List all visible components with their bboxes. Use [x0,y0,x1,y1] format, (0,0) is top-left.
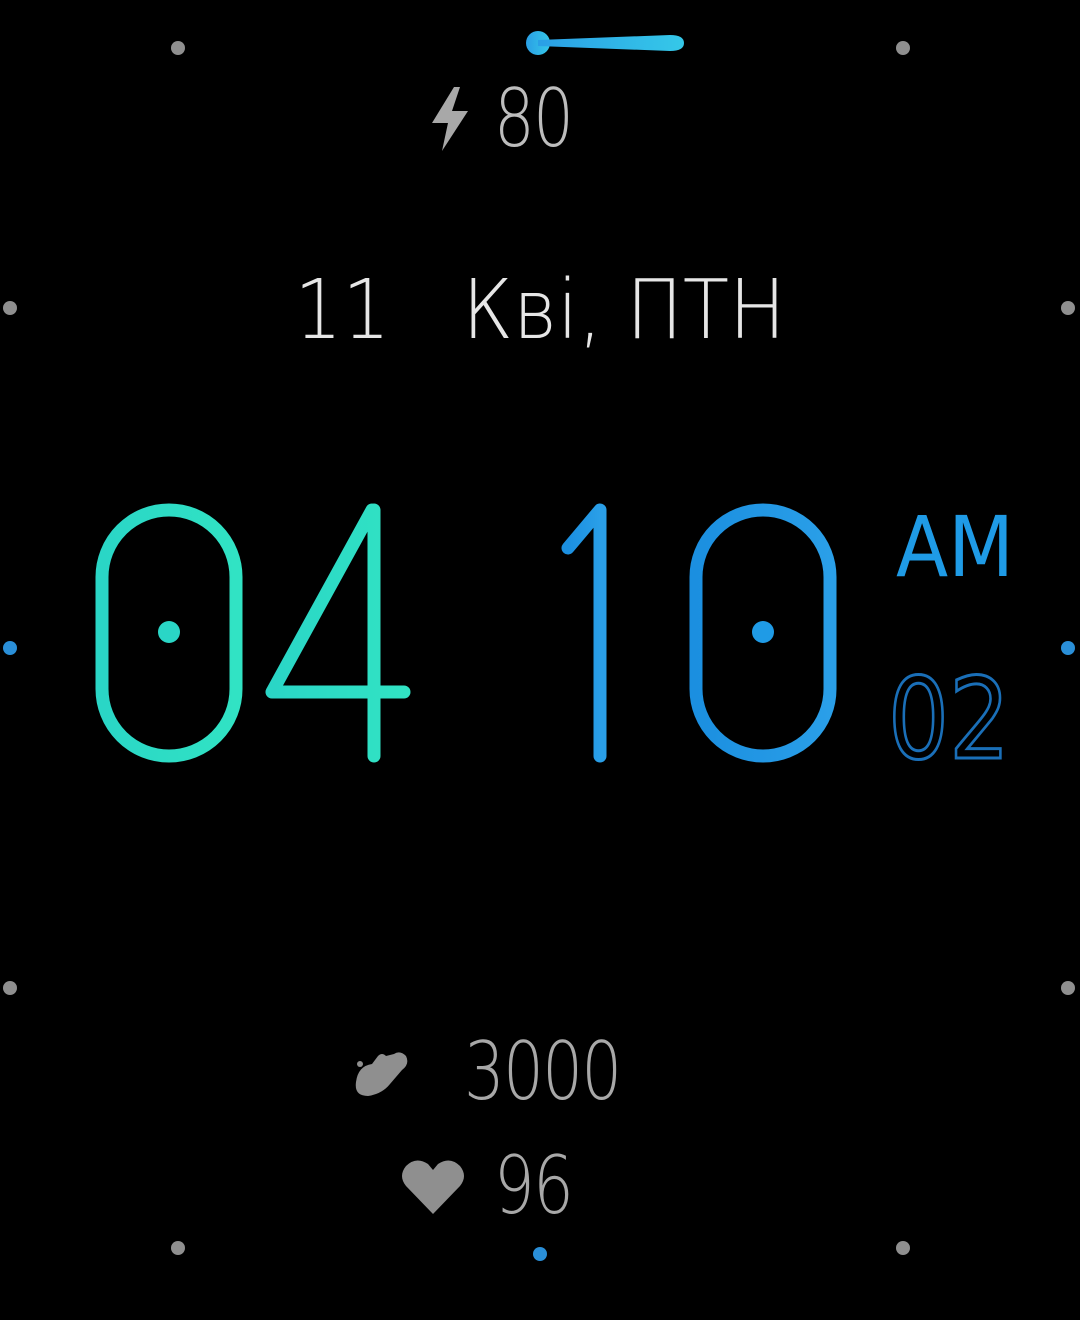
battery-level-value: 80 [494,72,574,165]
heart-rate-complication[interactable]: 96 [400,1144,592,1228]
heart-icon [402,1160,464,1214]
date-month-weekday: Кві, ПТН [462,263,786,358]
date-separator [390,263,462,358]
marker-dot-top-left [171,41,185,55]
time-period: AM [896,498,1014,596]
date-day: 11 [294,263,391,358]
marker-dot-bottom-right [896,1241,910,1255]
marker-dot-upper-left [3,301,17,315]
heart-rate-value: 96 [494,1139,574,1232]
battery-complication[interactable]: 80 [428,78,592,160]
top-pointer-indicator [526,31,684,55]
time-minutes [561,503,837,763]
marker-dot-upper-right [1061,301,1075,315]
lightning-bolt-icon [432,87,468,151]
marker-dot-top-right [896,41,910,55]
marker-dot-bottom-center [533,1247,547,1261]
date-label[interactable]: 11 Кві, ПТН [43,270,1037,352]
marker-dot-bottom-left [171,1241,185,1255]
time-seconds: 02 [888,655,1010,785]
steps-count-value: 3000 [464,1025,622,1118]
time-hours [95,503,411,763]
marker-dot-lower-left [3,981,17,995]
steps-icon [355,1052,408,1096]
steps-complication[interactable]: 3000 [350,1030,660,1114]
marker-dot-lower-right [1061,981,1075,995]
digital-time-display: 04 10 AM 02 [95,498,1014,787]
